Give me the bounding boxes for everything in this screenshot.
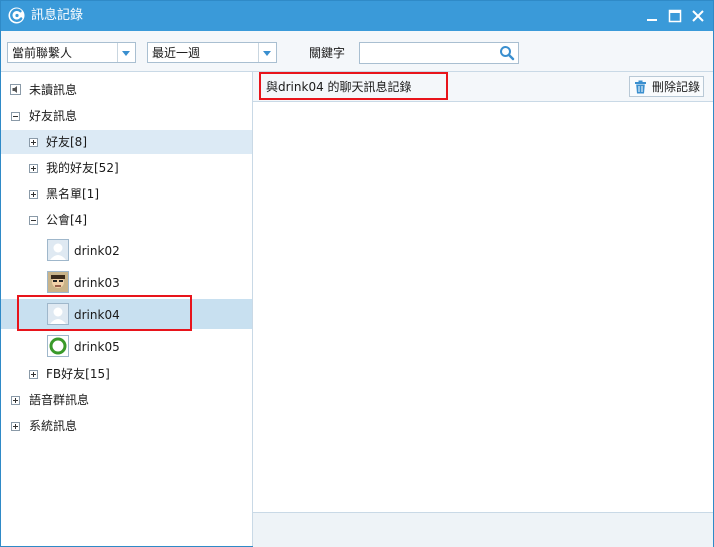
contacts-select[interactable]: 當前聯繫人 [7,42,136,63]
time-range-select[interactable]: 最近一週 [147,42,277,63]
time-range-value: 最近一週 [152,46,201,60]
tree-label: 黑名單[1] [46,187,99,201]
tree-item-fb-friends[interactable]: FB好友[15] [1,362,252,386]
tree-item-guild[interactable]: 公會[4] [1,208,252,232]
tree-label: FB好友[15] [46,367,110,381]
contact-item[interactable]: drink05 [1,331,252,361]
app-logo-icon [8,7,25,24]
default-avatar-icon [47,303,69,325]
delete-history-button[interactable]: 刪除記錄 [629,76,704,97]
title-bar: 訊息記錄 [1,1,713,31]
tree-item-friends[interactable]: 好友[8] [1,130,252,154]
keyword-input[interactable] [363,45,493,61]
expand-icon[interactable] [11,422,20,431]
message-history-window: 訊息記錄 當前聯繫人 最近一週 關鍵字 未讀訊息 好友訊息 好友[8] 我的好友… [0,0,714,547]
collapse-icon[interactable] [29,216,38,225]
expand-icon[interactable] [29,164,38,173]
tree-item-blacklist[interactable]: 黑名單[1] [1,182,252,206]
default-avatar-icon [47,239,69,261]
tree-label: 系統訊息 [29,419,78,433]
minimize-icon[interactable] [643,7,661,25]
contact-item[interactable]: drink02 [1,235,252,265]
close-icon[interactable] [689,7,707,25]
maximize-icon[interactable] [666,7,684,25]
chat-history-panel: 與drink04 的聊天訊息記錄 刪除記錄 [253,72,713,547]
tree-item-friend-messages[interactable]: 好友訊息 [1,104,252,128]
conversation-tree: 未讀訊息 好友訊息 好友[8] 我的好友[52] 黑名單[1] 公會[4] dr… [1,72,253,546]
speaker-icon [10,84,21,95]
expand-icon[interactable] [29,370,38,379]
tree-label: 未讀訊息 [29,83,78,97]
character-avatar-icon [47,271,69,293]
tree-item-unread[interactable]: 未讀訊息 [1,78,252,102]
window-title: 訊息記錄 [31,8,84,23]
delete-history-label: 刪除記錄 [652,80,701,94]
search-icon[interactable] [499,45,515,61]
ring-avatar-icon [47,335,69,357]
tree-item-voice-group[interactable]: 語音群訊息 [1,388,252,412]
tree-label: 好友[8] [46,135,87,149]
panel-footer [253,512,713,547]
contact-item-selected[interactable]: drink04 [1,299,252,329]
panel-title: 與drink04 的聊天訊息記錄 [266,80,412,94]
panel-header: 與drink04 的聊天訊息記錄 刪除記錄 [253,72,713,102]
collapse-icon[interactable] [11,112,20,121]
chevron-down-icon[interactable] [258,43,276,62]
keyword-search-box[interactable] [359,42,519,64]
expand-icon[interactable] [29,138,38,147]
contact-name: drink03 [74,276,120,290]
contact-name: drink02 [74,244,120,258]
expand-icon[interactable] [11,396,20,405]
tree-item-my-friends[interactable]: 我的好友[52] [1,156,252,180]
contact-item[interactable]: drink03 [1,267,252,297]
filter-toolbar: 當前聯繫人 最近一週 關鍵字 [1,31,713,72]
tree-label: 我的好友[52] [46,161,119,175]
expand-icon[interactable] [29,190,38,199]
tree-label: 語音群訊息 [29,393,90,407]
keyword-label: 關鍵字 [309,46,346,60]
contact-name: drink05 [74,340,120,354]
tree-label: 公會[4] [46,213,87,227]
contact-name: drink04 [74,308,120,322]
chevron-down-icon[interactable] [117,43,135,62]
tree-item-system[interactable]: 系統訊息 [1,414,252,438]
trash-icon [635,80,646,94]
tree-label: 好友訊息 [29,109,78,123]
contacts-select-value: 當前聯繫人 [12,46,73,60]
